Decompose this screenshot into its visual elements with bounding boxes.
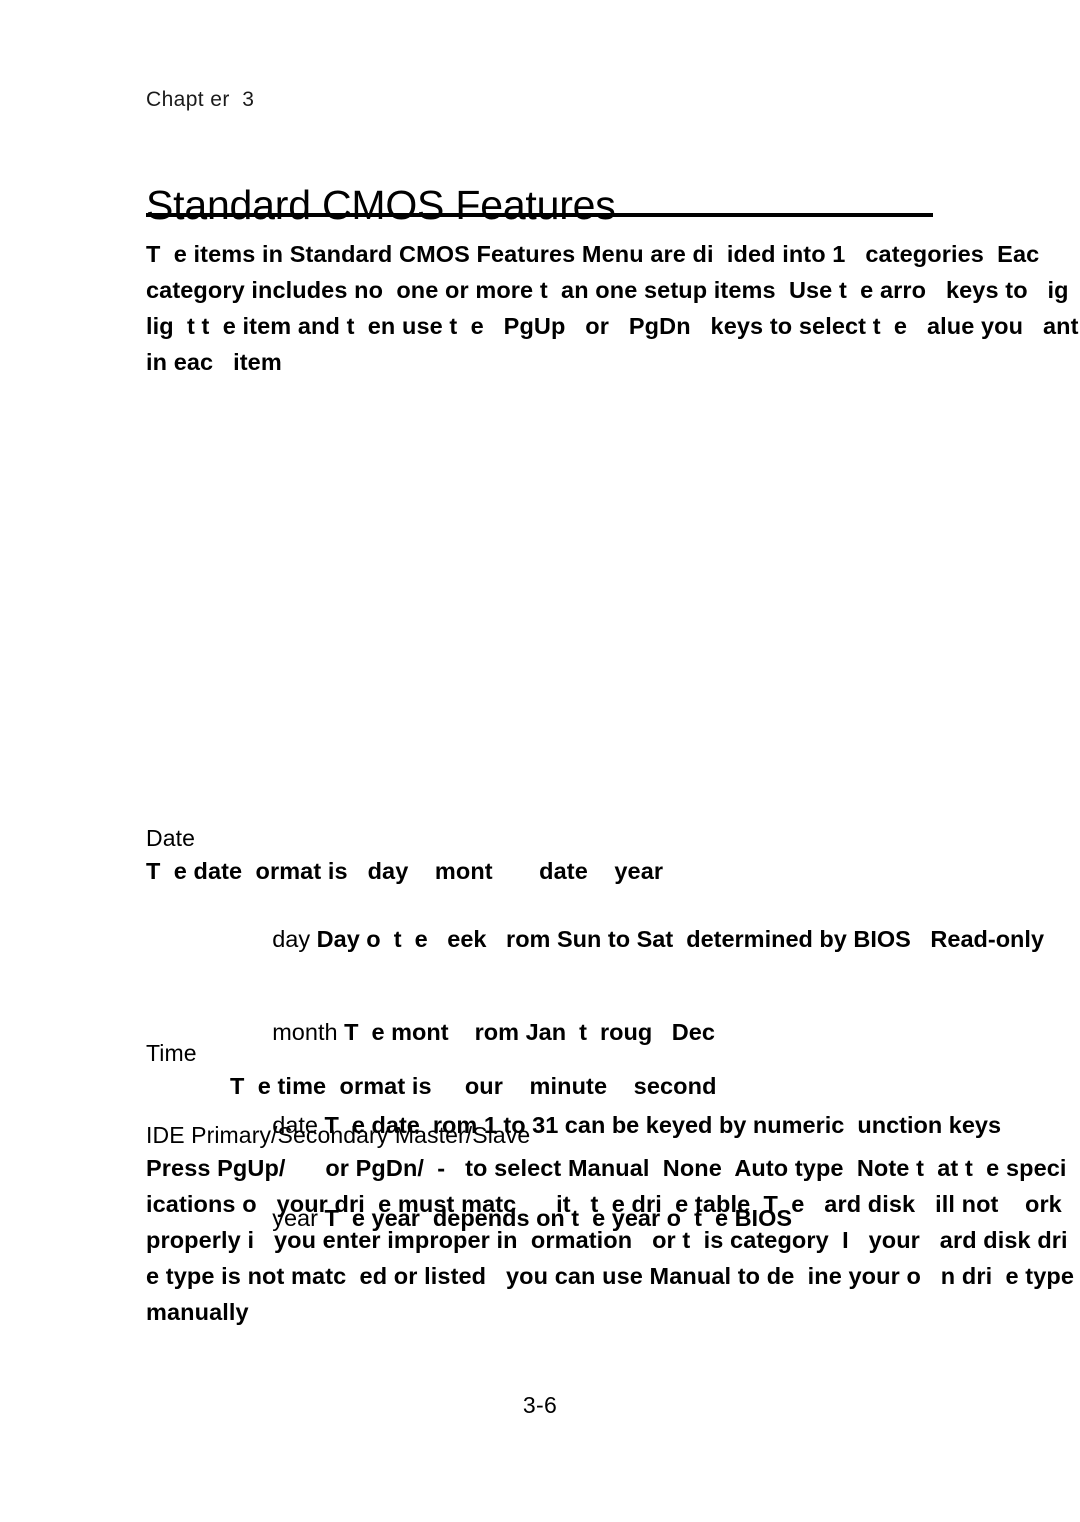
intro-paragraph: T e items in Standard CMOS Features Menu… xyxy=(146,241,1079,375)
section-time-heading: Time xyxy=(146,1040,197,1066)
definition-term: day xyxy=(272,926,311,952)
section-ide-heading: IDE Primary/Secondary Master/Slave xyxy=(146,1122,531,1148)
section-date-heading: Date xyxy=(146,825,195,851)
page-number: 3-6 xyxy=(522,1392,558,1418)
section-date-body: T e date ormat is day mont date year xyxy=(146,858,664,884)
section-ide: IDE Primary/Secondary Master/Slave Press… xyxy=(146,1120,1080,1330)
chapter-label: Chapt er 3 xyxy=(146,88,255,111)
section-time: Time T e time ormat is our minute second xyxy=(146,1038,1080,1104)
page-title: Standard CMOS Features xyxy=(146,182,616,229)
title-divider xyxy=(146,213,933,217)
document-page: Chapt er 3 Standard CMOS Features T e it… xyxy=(0,0,1080,1522)
section-time-body: T e time ormat is our minute second xyxy=(230,1073,717,1099)
definition-description: Day o t e eek rom Sun to Sat determined … xyxy=(316,926,1045,952)
section-ide-body: Press PgUp/ or PgDn/ - to select Manual … xyxy=(146,1155,1080,1325)
definition-row: day Day o t e eek rom Sun to Sat determi… xyxy=(220,893,1080,986)
